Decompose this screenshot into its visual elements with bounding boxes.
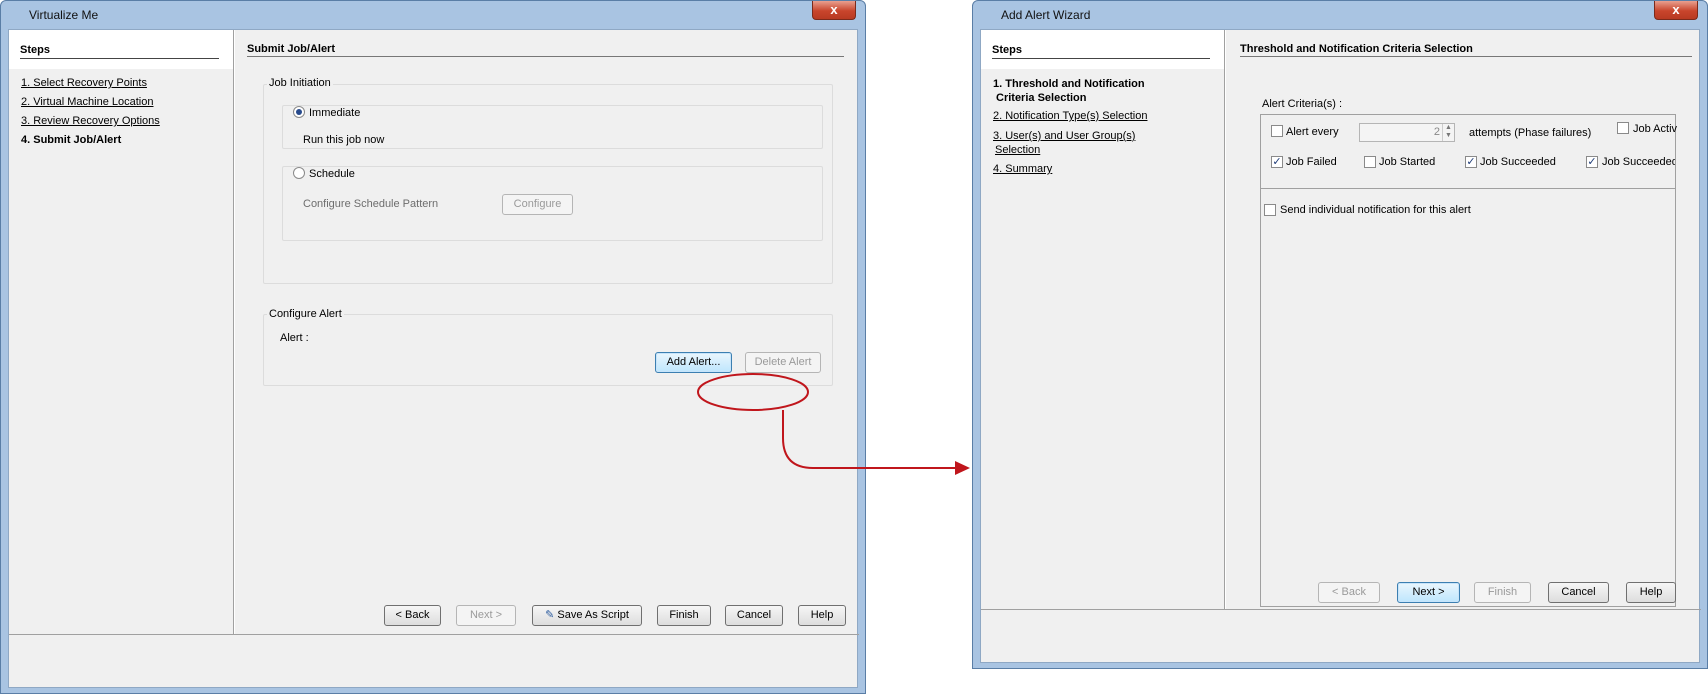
job-succeeded-checkbox[interactable]: ✓	[1465, 156, 1477, 168]
steps-divider	[20, 58, 219, 59]
close-button[interactable]: x	[1654, 1, 1698, 20]
help-button[interactable]: Help	[798, 605, 846, 626]
step-threshold-line2: Criteria Selection	[996, 92, 1087, 104]
virtualize-me-window: Virtualize Me x Steps 1. Select Recovery…	[0, 0, 866, 694]
job-failed-checkbox[interactable]: ✓	[1271, 156, 1283, 168]
page-title-rule	[1240, 56, 1692, 57]
alert-label: Alert :	[280, 332, 309, 344]
close-icon: x	[1672, 2, 1680, 17]
save-as-script-button[interactable]: ✎ Save As Script	[532, 605, 642, 626]
steps-separator-highlight	[234, 30, 235, 634]
back-button[interactable]: < Back	[384, 605, 441, 626]
footer-separator	[9, 634, 859, 635]
individual-notification-checkbox[interactable]	[1264, 204, 1276, 216]
next-button[interactable]: Next >	[1397, 582, 1460, 603]
job-activity-checkbox[interactable]	[1617, 122, 1629, 134]
back-button[interactable]: < Back	[1318, 582, 1380, 603]
finish-button[interactable]: Finish	[1474, 582, 1531, 603]
configure-alert-label: Configure Alert	[267, 308, 344, 320]
page-title: Submit Job/Alert	[247, 43, 336, 55]
attempts-spinner[interactable]: 2 ▲ ▼	[1359, 123, 1455, 142]
job-succeeded-with-label[interactable]: Job Succeeded v	[1602, 156, 1675, 168]
save-as-script-label: Save As Script	[557, 609, 629, 621]
title-bar[interactable]: Add Alert Wizard x	[980, 1, 1700, 29]
footer-separator	[981, 609, 1701, 610]
step-users-line1: 3. User(s) and User Group(s)	[993, 130, 1136, 142]
job-succeeded-with-checkbox[interactable]: ✓	[1586, 156, 1598, 168]
steps-header: Steps	[9, 30, 233, 69]
next-button[interactable]: Next >	[456, 605, 516, 626]
step-submit-job-alert: 4. Submit Job/Alert	[21, 134, 122, 146]
step-threshold-line1: 1. Threshold and Notification	[993, 78, 1145, 90]
alert-criteria-label: Alert Criteria(s) :	[1262, 98, 1343, 110]
individual-notification-label[interactable]: Send individual notification for this al…	[1280, 204, 1471, 216]
step-users-groups[interactable]: 3. User(s) and User Group(s) Selection	[993, 129, 1135, 157]
step-notification-types[interactable]: 2. Notification Type(s) Selection	[993, 110, 1147, 122]
wizard-client-area: Steps 1. Threshold and Notification Crit…	[980, 29, 1701, 663]
add-alert-button[interactable]: Add Alert...	[655, 352, 732, 373]
step-select-recovery-points[interactable]: 1. Select Recovery Points	[21, 77, 147, 89]
cancel-button[interactable]: Cancel	[725, 605, 783, 626]
job-succeeded-label[interactable]: Job Succeeded	[1480, 156, 1556, 168]
schedule-radio[interactable]	[293, 167, 305, 179]
attempts-value: 2	[1433, 126, 1440, 138]
alert-every-checkbox[interactable]	[1271, 125, 1283, 137]
schedule-label[interactable]: Schedule	[309, 168, 355, 180]
immediate-label[interactable]: Immediate	[309, 107, 360, 119]
add-alert-wizard-window: Add Alert Wizard x Steps 1. Threshold an…	[972, 0, 1708, 669]
help-button[interactable]: Help	[1626, 582, 1676, 603]
step-users-line2: Selection	[995, 144, 1041, 156]
spinner-arrows-icon[interactable]: ▲ ▼	[1442, 124, 1454, 141]
steps-heading: Steps	[992, 44, 1022, 56]
title-bar[interactable]: Virtualize Me x	[8, 1, 858, 29]
job-activity-label[interactable]: Job Activ	[1633, 123, 1677, 135]
immediate-description: Run this job now	[303, 134, 385, 146]
cancel-button[interactable]: Cancel	[1548, 582, 1609, 603]
job-initiation-label: Job Initiation	[267, 77, 333, 89]
window-title: Add Alert Wizard	[1001, 8, 1091, 22]
page-title: Threshold and Notification Criteria Sele…	[1240, 43, 1473, 55]
page-title-rule	[247, 56, 844, 57]
step-summary[interactable]: 4. Summary	[993, 163, 1052, 175]
schedule-description: Configure Schedule Pattern	[303, 198, 439, 210]
immediate-radio[interactable]	[293, 106, 305, 118]
configure-alert-group	[263, 314, 833, 386]
close-button[interactable]: x	[812, 1, 856, 20]
steps-heading: Steps	[20, 44, 50, 56]
step-review-recovery-options[interactable]: 3. Review Recovery Options	[21, 115, 160, 127]
criteria-separator	[1261, 188, 1675, 189]
job-failed-label[interactable]: Job Failed	[1286, 156, 1337, 168]
wizard-client-area: Steps 1. Select Recovery Points 2. Virtu…	[8, 29, 859, 688]
steps-divider	[992, 58, 1210, 59]
callout-arrow-head-icon	[955, 461, 970, 475]
configure-button[interactable]: Configure	[502, 194, 573, 215]
steps-separator-highlight	[1225, 30, 1226, 609]
steps-header: Steps	[981, 30, 1224, 69]
job-started-checkbox[interactable]	[1364, 156, 1376, 168]
close-icon: x	[830, 2, 838, 17]
script-icon: ✎	[545, 609, 555, 621]
delete-alert-button[interactable]: Delete Alert	[745, 352, 821, 373]
step-threshold-criteria: 1. Threshold and Notification Criteria S…	[993, 77, 1145, 105]
job-started-label[interactable]: Job Started	[1379, 156, 1435, 168]
attempts-label: attempts (Phase failures)	[1469, 127, 1592, 139]
finish-button[interactable]: Finish	[657, 605, 711, 626]
window-title: Virtualize Me	[29, 8, 99, 22]
alert-every-label[interactable]: Alert every	[1286, 126, 1339, 138]
step-virtual-machine-location[interactable]: 2. Virtual Machine Location	[21, 96, 154, 108]
